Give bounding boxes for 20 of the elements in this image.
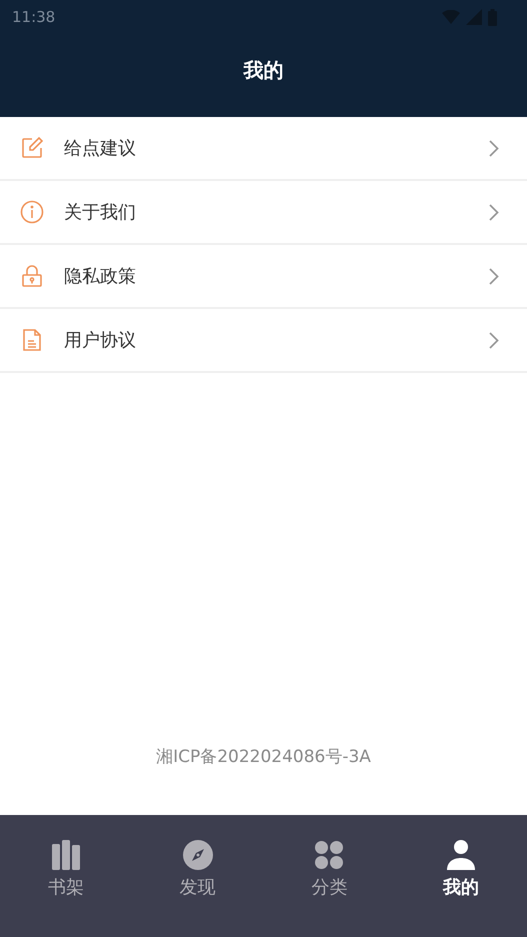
nav-tab[interactable]: 发现 bbox=[132, 815, 264, 937]
nav-tab[interactable]: 分类 bbox=[264, 815, 396, 937]
edit-icon bbox=[20, 136, 44, 160]
chevron-icon bbox=[489, 204, 499, 220]
books-icon bbox=[50, 839, 82, 871]
chevron-icon bbox=[489, 332, 499, 348]
wifi-icon bbox=[442, 10, 460, 24]
info-icon bbox=[20, 200, 44, 224]
grid-icon bbox=[313, 839, 346, 871]
person-icon bbox=[445, 839, 478, 871]
chevron-icon bbox=[489, 268, 499, 284]
nav-tab[interactable]: 书架 bbox=[0, 815, 132, 937]
compass-icon bbox=[182, 839, 214, 871]
lock-icon bbox=[20, 264, 44, 288]
chevron-icon bbox=[489, 140, 499, 156]
document-icon bbox=[20, 328, 44, 352]
status-time: 11:38 bbox=[12, 8, 56, 26]
nav-tab[interactable]: 我的 bbox=[395, 815, 527, 937]
license-text: 湘ICP备2022024086号-3A bbox=[156, 746, 371, 768]
page-title: 我的 bbox=[244, 57, 284, 84]
